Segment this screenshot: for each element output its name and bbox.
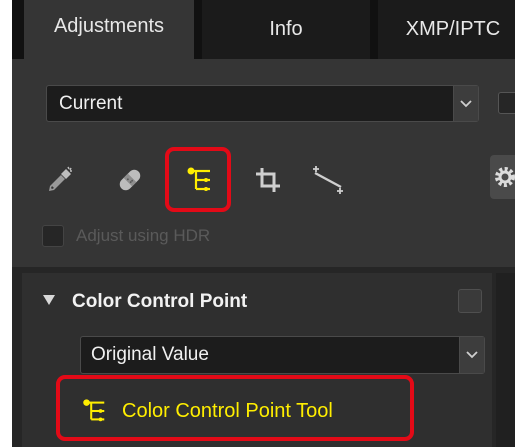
chevron-down-icon [453, 86, 478, 121]
tab-xmp-iptc[interactable]: XMP/IPTC [378, 0, 515, 59]
section-enable-checkbox[interactable] [458, 289, 482, 313]
crop-icon[interactable] [248, 160, 288, 200]
retouch-brush-icon[interactable] [110, 160, 150, 200]
selected-tool-highlight [165, 147, 231, 212]
chevron-down-icon [459, 337, 484, 373]
section-scroll-strip [496, 273, 515, 447]
preset-select-value: Current [59, 92, 123, 114]
mode-select-value: Original Value [91, 344, 209, 365]
eyedropper-icon[interactable] [40, 160, 80, 200]
tab-bar: Adjustments Info XMP/IPTC [12, 0, 515, 59]
tool-button-highlight [56, 375, 414, 441]
straighten-icon[interactable] [308, 160, 348, 200]
side-checkbox[interactable] [498, 92, 515, 114]
hdr-checkbox-label: Adjust using HDR [76, 226, 211, 245]
section-title: Color Control Point [72, 291, 248, 312]
adjustments-panel-window: Adjustments Info XMP/IPTC Current Adjust… [12, 0, 515, 447]
gear-icon[interactable] [490, 155, 515, 199]
tab-info[interactable]: Info [202, 0, 370, 59]
preset-select[interactable]: Current [46, 85, 479, 122]
tab-adjustments[interactable]: Adjustments [24, 0, 194, 59]
mode-select[interactable]: Original Value [80, 336, 485, 374]
collapse-triangle-icon[interactable] [42, 293, 56, 311]
hdr-checkbox[interactable] [42, 225, 64, 247]
